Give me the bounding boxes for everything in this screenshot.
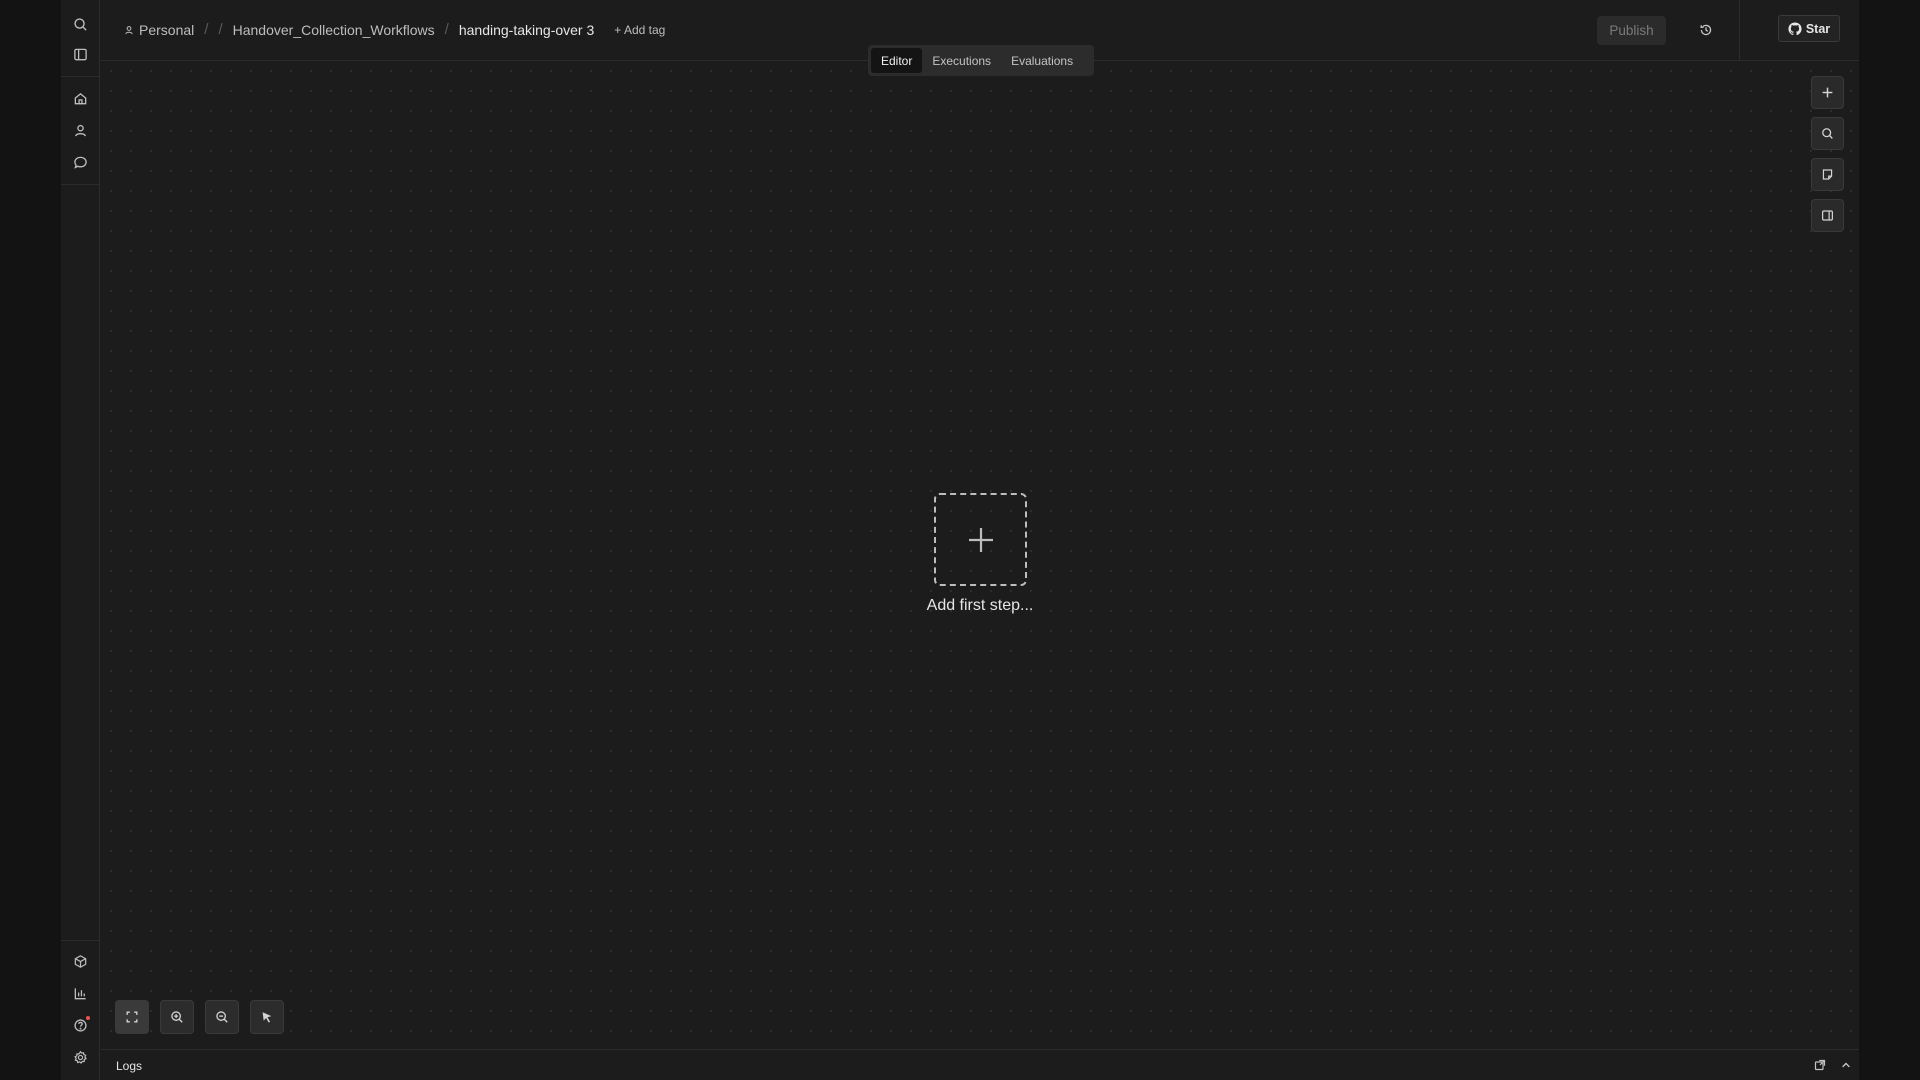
github-icon <box>1788 21 1802 35</box>
zoom-out-icon <box>216 1011 228 1023</box>
chevron-up-icon[interactable] <box>1837 1056 1855 1074</box>
zoom-in-icon <box>171 1011 183 1023</box>
github-star-button[interactable]: Star <box>1778 15 1840 42</box>
add-sticky-note-button[interactable] <box>1811 158 1844 191</box>
breadcrumb-folder[interactable]: Handover_Collection_Workflows <box>233 22 435 38</box>
plus-icon <box>968 527 993 552</box>
workflow-canvas[interactable]: Add first step... <box>101 61 1859 1049</box>
fit-view-button[interactable] <box>115 1000 149 1034</box>
sidebar-divider <box>61 184 100 185</box>
logs-panel-bar[interactable]: Logs <box>101 1049 1859 1080</box>
sidebar-divider <box>61 940 100 941</box>
tab-executions[interactable]: Executions <box>922 48 1001 73</box>
plus-icon <box>1822 87 1833 98</box>
zoom-in-button[interactable] <box>160 1000 194 1034</box>
help-icon[interactable] <box>69 1014 91 1036</box>
notification-dot <box>86 1016 90 1020</box>
add-tag-button[interactable]: + Add tag <box>614 23 665 37</box>
add-first-step-button[interactable] <box>934 493 1027 586</box>
panel-icon <box>1822 210 1833 221</box>
user-icon <box>125 25 133 34</box>
pointer-mode-button[interactable] <box>250 1000 284 1034</box>
breadcrumb-separator: / <box>204 21 209 38</box>
breadcrumb-owner-label: Personal <box>139 21 195 38</box>
zoom-out-button[interactable] <box>205 1000 239 1034</box>
view-tabs: Editor Executions Evaluations <box>868 45 1094 76</box>
github-star-label: Star <box>1805 21 1831 36</box>
main-area: Personal / / Handover_Collection_Workflo… <box>101 0 1859 1080</box>
publish-button[interactable]: Publish <box>1597 16 1666 45</box>
breadcrumb-separator: / <box>444 21 449 38</box>
add-node-button[interactable] <box>1811 76 1844 109</box>
sidebar <box>61 0 100 1080</box>
tab-evaluations[interactable]: Evaluations <box>1001 48 1083 73</box>
fit-view-icon <box>126 1011 138 1023</box>
panel-toggle-icon[interactable] <box>69 43 91 65</box>
pointer-icon <box>262 1012 272 1023</box>
sticky-note-icon <box>1822 169 1833 180</box>
breadcrumb: Personal / / Handover_Collection_Workflo… <box>124 21 665 38</box>
home-icon[interactable] <box>69 87 91 109</box>
sidebar-divider <box>61 76 100 77</box>
tab-editor[interactable]: Editor <box>871 48 923 73</box>
toggle-panel-button[interactable] <box>1811 199 1844 232</box>
breadcrumb-separator: / <box>218 21 223 38</box>
logs-label: Logs <box>116 1059 143 1073</box>
header-divider <box>1739 0 1740 60</box>
search-icon <box>1822 128 1833 139</box>
package-icon[interactable] <box>69 950 91 972</box>
pop-out-icon[interactable] <box>1811 1056 1829 1074</box>
workflow-name[interactable]: handing-taking-over 3 <box>459 22 594 38</box>
bar-chart-icon[interactable] <box>69 982 91 1004</box>
settings-icon[interactable] <box>69 1046 91 1068</box>
user-icon[interactable] <box>69 119 91 141</box>
app-frame: Personal / / Handover_Collection_Workflo… <box>61 0 1859 1080</box>
add-first-step-label: Add first step... <box>926 597 1034 614</box>
search-icon[interactable] <box>69 13 91 35</box>
search-nodes-button[interactable] <box>1811 117 1844 150</box>
history-icon[interactable] <box>1695 19 1717 41</box>
breadcrumb-owner[interactable]: Personal <box>124 22 194 38</box>
chat-icon[interactable] <box>69 151 91 173</box>
